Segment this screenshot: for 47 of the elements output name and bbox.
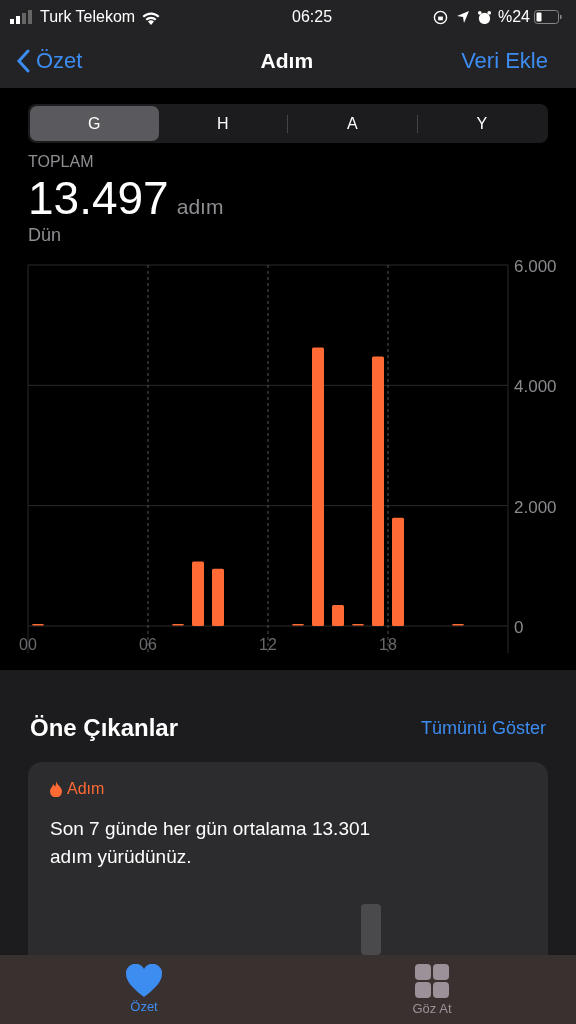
location-icon [455, 10, 470, 24]
period-tab[interactable]: G [30, 106, 159, 141]
bar [172, 623, 184, 626]
bar [352, 623, 364, 626]
axis-label: 00 [19, 636, 37, 653]
axis-label: 06 [139, 636, 157, 653]
bar [452, 623, 464, 626]
bar [212, 568, 224, 626]
period-tab[interactable]: A [288, 106, 417, 141]
back-button[interactable]: Özet [16, 48, 83, 74]
unit-label: adım [176, 195, 224, 219]
tab-bar-item[interactable]: Özet [94, 955, 194, 1024]
axis-label: 2.000 [514, 497, 557, 517]
highlight-card[interactable]: Adım Son 7 günde her gün ortalama 13.301 adım yürüdünüz. [28, 762, 548, 955]
total-label: TOPLAM [28, 153, 95, 171]
tab-bar-item[interactable]: Göz At [382, 955, 482, 1024]
axis-label: 12 [259, 636, 277, 653]
grid-icon [414, 964, 450, 999]
mini-bar [361, 904, 381, 955]
date-label: Dün [28, 225, 63, 246]
chevron-left-icon [16, 49, 30, 73]
axis-label: 18 [379, 636, 397, 653]
page-title: Adım [260, 49, 314, 73]
axis-label: 6.000 [514, 257, 557, 276]
bar [32, 623, 44, 626]
signal-icon [10, 10, 34, 24]
carrier: Turk Telekom [40, 8, 136, 26]
rotation-lock-icon [432, 9, 448, 25]
bar [292, 623, 304, 626]
add-data-button[interactable]: Veri Ekle [461, 48, 548, 74]
highlight-text: Son 7 günde her gün ortalama 13.301 adım yürüdünüz. [50, 817, 372, 869]
battery-percent: %24 [497, 8, 530, 26]
heart-icon [126, 964, 162, 997]
flame-icon [50, 781, 62, 797]
axis-label: 4.000 [514, 377, 557, 397]
show-all-link[interactable]: Tümünü Göster [420, 717, 546, 739]
time: 06:25 [291, 8, 333, 26]
alarm-icon [476, 9, 492, 25]
bar [332, 604, 344, 626]
section-title: Öne Çıkanlar [30, 714, 179, 742]
period-tab[interactable]: Y [417, 106, 546, 141]
period-tab[interactable]: H [158, 106, 287, 141]
category-label: Adım [50, 780, 105, 798]
bar [192, 561, 204, 626]
axis-label: 0 [514, 618, 524, 637]
total-value: 13.497 [28, 171, 169, 225]
battery-icon [534, 10, 562, 24]
